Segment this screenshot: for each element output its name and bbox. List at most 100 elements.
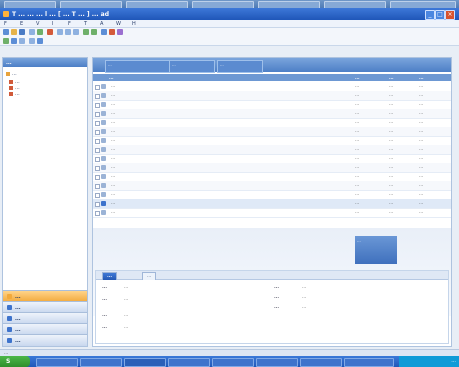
taskbar-app-button-active[interactable] xyxy=(124,358,166,367)
column-header[interactable]: ... xyxy=(109,75,114,80)
toolbar-primary xyxy=(0,28,459,37)
taskbar-app-button[interactable] xyxy=(256,358,298,367)
row-checkbox[interactable] xyxy=(95,166,100,171)
menu-item[interactable]: E xyxy=(20,21,23,27)
print-icon[interactable] xyxy=(29,29,35,35)
column-header[interactable]: ... xyxy=(419,75,424,80)
column-header[interactable]: ... xyxy=(389,75,394,80)
row-checkbox[interactable] xyxy=(95,94,100,99)
back-icon[interactable] xyxy=(83,29,89,35)
header-field[interactable]: ... xyxy=(217,60,263,73)
field-label: ... xyxy=(274,295,280,300)
row-checkbox[interactable] xyxy=(95,130,100,135)
tree-item[interactable]: ... xyxy=(6,71,17,77)
nav-button-label: ... xyxy=(15,305,21,311)
row-cell: ... xyxy=(419,138,424,143)
row-cell: ... xyxy=(389,129,394,134)
menu-item[interactable]: W xyxy=(116,21,121,27)
sort-icon[interactable] xyxy=(19,38,25,44)
close-button[interactable]: × xyxy=(445,10,455,20)
item-icon xyxy=(101,84,106,89)
open-folder-icon[interactable] xyxy=(11,29,17,35)
row-cell: ... xyxy=(355,183,360,188)
detail-tab[interactable]: ... xyxy=(142,272,157,280)
row-cell: ... xyxy=(419,84,424,89)
forward-icon[interactable] xyxy=(91,29,97,35)
search-icon[interactable] xyxy=(101,29,107,35)
item-icon xyxy=(101,156,106,161)
row-checkbox[interactable] xyxy=(95,112,100,117)
taskbar-app-button[interactable] xyxy=(80,358,122,367)
row-cell: ... xyxy=(389,111,394,116)
row-checkbox[interactable] xyxy=(95,202,100,207)
cut-icon[interactable] xyxy=(57,29,63,35)
tree-item[interactable]: ... xyxy=(9,91,20,97)
taskbar-app-button[interactable] xyxy=(168,358,210,367)
delete-icon[interactable] xyxy=(47,29,53,35)
menu-item[interactable]: A xyxy=(100,21,103,27)
item-icon xyxy=(101,183,106,188)
view-icon[interactable] xyxy=(11,38,17,44)
taskbar-app-button[interactable] xyxy=(212,358,254,367)
row-checkbox[interactable] xyxy=(95,139,100,144)
help-icon[interactable] xyxy=(117,29,123,35)
row-checkbox[interactable] xyxy=(95,184,100,189)
menu-item[interactable]: I xyxy=(52,21,53,27)
menu-item[interactable]: F xyxy=(68,21,71,27)
field-value: ... xyxy=(124,285,129,290)
row-cell: ... xyxy=(355,138,360,143)
row-cell: ... xyxy=(355,174,360,179)
detail-tab-active[interactable]: ... xyxy=(102,272,118,280)
menu-item[interactable]: H xyxy=(132,21,136,27)
folder-icon xyxy=(9,91,13,96)
copy-icon[interactable] xyxy=(65,29,71,35)
menu-item[interactable]: F xyxy=(4,21,7,27)
flag-icon[interactable] xyxy=(109,29,115,35)
menu-item[interactable]: T xyxy=(84,21,87,27)
item-icon xyxy=(101,147,106,152)
start-button[interactable]: S xyxy=(0,356,30,367)
row-checkbox[interactable] xyxy=(95,193,100,198)
new-icon[interactable] xyxy=(3,29,9,35)
taskbar-app-button[interactable] xyxy=(36,358,78,367)
save-icon[interactable] xyxy=(19,29,25,35)
row-checkbox[interactable] xyxy=(95,121,100,126)
folder-icon xyxy=(9,79,13,84)
refresh-icon[interactable] xyxy=(37,29,43,35)
os-taskbar: S ... xyxy=(0,356,459,367)
row-checkbox[interactable] xyxy=(95,148,100,153)
field-label: ... xyxy=(274,305,280,310)
row-cell: ... xyxy=(355,156,360,161)
side-info-panel[interactable]: ... xyxy=(355,236,397,264)
nav-button[interactable]: ... xyxy=(3,334,87,346)
row-cell: ... xyxy=(355,120,360,125)
header-field[interactable]: ... xyxy=(169,60,215,73)
row-checkbox[interactable] xyxy=(95,175,100,180)
row-name: ... xyxy=(111,156,116,161)
minimize-button[interactable]: _ xyxy=(425,10,435,20)
paste-icon[interactable] xyxy=(73,29,79,35)
group-icon[interactable] xyxy=(29,38,35,44)
menu-item[interactable]: V xyxy=(36,21,39,27)
maximize-button[interactable]: □ xyxy=(435,10,445,20)
folder-icon xyxy=(9,85,13,90)
table-row[interactable]: ............ xyxy=(93,208,451,218)
row-cell: ... xyxy=(419,147,424,152)
header-field[interactable]: ... xyxy=(105,60,171,73)
taskbar-app-button[interactable] xyxy=(300,358,342,367)
filter-icon[interactable] xyxy=(3,38,9,44)
row-cell: ... xyxy=(389,192,394,197)
system-tray[interactable]: ... xyxy=(399,356,459,367)
row-checkbox[interactable] xyxy=(95,211,100,216)
taskbar-app-button[interactable] xyxy=(344,358,394,367)
column-header[interactable]: ... xyxy=(355,75,360,80)
row-name: ... xyxy=(111,102,116,107)
row-name: ... xyxy=(111,138,116,143)
row-checkbox[interactable] xyxy=(95,85,100,90)
export-icon[interactable] xyxy=(37,38,43,44)
row-cell: ... xyxy=(355,147,360,152)
row-checkbox[interactable] xyxy=(95,103,100,108)
field-value: ... xyxy=(302,305,307,310)
row-cell: ... xyxy=(419,174,424,179)
row-checkbox[interactable] xyxy=(95,157,100,162)
